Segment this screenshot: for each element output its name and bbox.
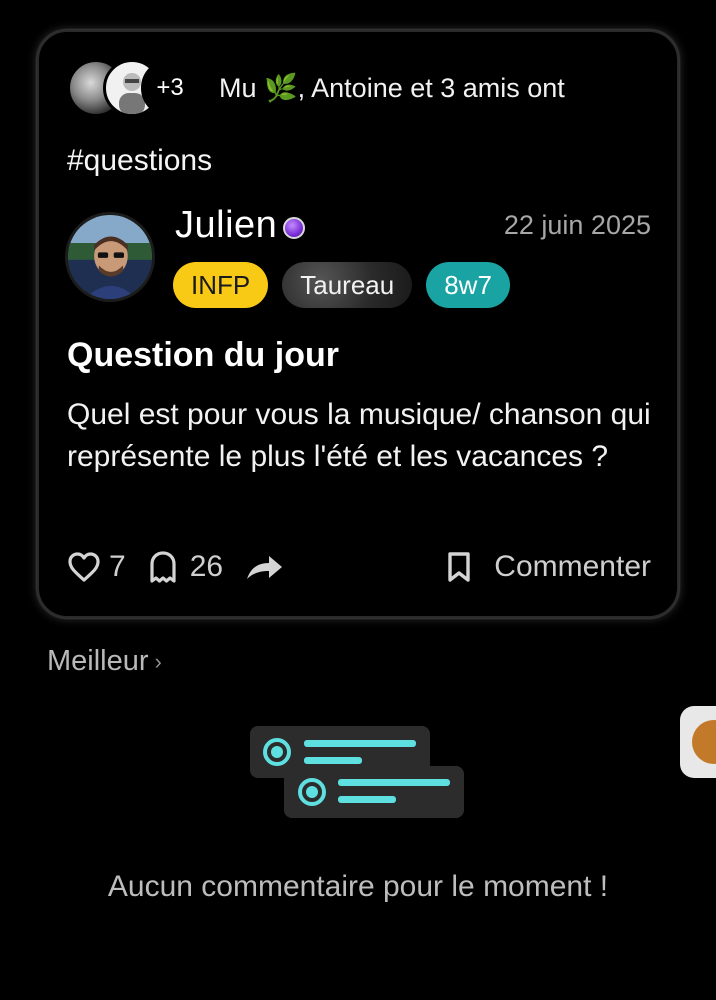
enneagram-badge[interactable]: 8w7	[426, 262, 510, 308]
heart-icon	[68, 552, 100, 582]
zodiac-badge[interactable]: Taureau	[282, 262, 413, 308]
comment-count: 26	[189, 550, 224, 583]
author-name-text: Julien	[175, 204, 278, 246]
author-avatar[interactable]	[65, 212, 155, 302]
friends-activity-text: Mu 🌿, Antoine et 3 amis ont	[219, 72, 565, 104]
verified-dot-icon	[283, 216, 306, 239]
like-button[interactable]: 7	[67, 550, 126, 584]
side-floating-button[interactable]	[680, 706, 716, 778]
friends-more-count: +3	[141, 59, 199, 117]
ghost-icon	[150, 551, 176, 583]
comment-button[interactable]: Commenter	[494, 550, 651, 584]
comments-button[interactable]: 26	[148, 550, 223, 584]
post-body: Quel est pour vous la musique/ chanson q…	[67, 398, 651, 473]
friends-text-suffix: , Antoine et 3 amis ont	[297, 73, 565, 103]
post-title: Question du jour	[67, 336, 339, 374]
author-badges: INFP Taureau 8w7	[173, 262, 510, 308]
share-button[interactable]	[245, 552, 285, 582]
bookmark-icon	[448, 552, 470, 582]
save-button[interactable]	[446, 551, 472, 583]
empty-comments-text: Aucun commentaire pour le moment !	[107, 870, 609, 903]
post-date: 22 juin 2025	[503, 210, 651, 240]
post-card[interactable]: +3 Mu 🌿, Antoine et 3 amis ont #question…	[37, 30, 679, 618]
friends-text-prefix: Mu	[219, 73, 265, 103]
empty-comments-illustration	[250, 726, 464, 818]
friends-activity[interactable]: +3 Mu 🌿, Antoine et 3 amis ont	[67, 59, 565, 117]
sort-selector[interactable]: Meilleur ›	[47, 645, 162, 678]
friend-avatars[interactable]: +3	[67, 59, 201, 117]
mbti-badge[interactable]: INFP	[173, 262, 269, 308]
leaf-emoji: 🌿	[264, 73, 298, 103]
hashtag-link[interactable]: #questions	[67, 144, 212, 178]
share-arrow-icon	[247, 556, 283, 579]
author-name[interactable]: Julien	[175, 204, 306, 247]
chevron-right-icon: ›	[154, 648, 162, 674]
like-count: 7	[109, 550, 126, 583]
side-avatar	[692, 720, 716, 764]
post-actions: 7 26 Commenter	[67, 542, 651, 592]
sort-label: Meilleur	[47, 645, 149, 677]
